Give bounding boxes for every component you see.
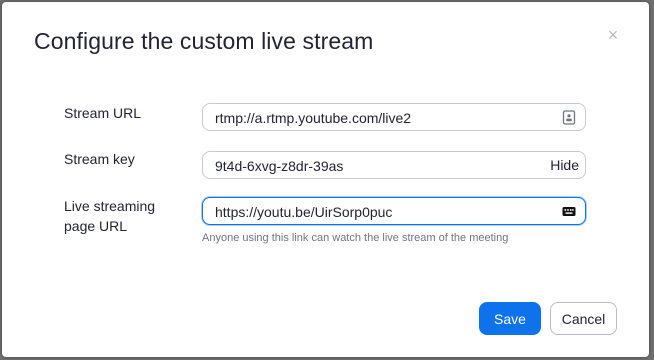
stream-url-field[interactable]: [202, 103, 586, 131]
stream-url-input[interactable]: [215, 108, 545, 128]
hide-key-toggle[interactable]: Hide: [550, 157, 579, 173]
page-url-label-line1: Live streaming: [64, 198, 156, 214]
stream-key-input[interactable]: [215, 156, 545, 176]
page-url-field[interactable]: [202, 197, 586, 225]
live-stream-dialog: Configure the custom live stream × Strea…: [2, 2, 649, 357]
stream-key-label: Stream key: [64, 151, 135, 167]
page-url-input[interactable]: [215, 202, 545, 222]
contact-card-icon[interactable]: [562, 110, 576, 125]
page-url-hint: Anyone using this link can watch the liv…: [202, 232, 509, 244]
close-icon[interactable]: ×: [604, 26, 622, 44]
page-url-label: Live streaming page URL: [64, 196, 155, 236]
stream-key-field[interactable]: Hide: [202, 151, 586, 179]
dialog-title: Configure the custom live stream: [34, 28, 374, 54]
save-button[interactable]: Save: [479, 302, 541, 335]
page-url-label-line2: page URL: [64, 218, 128, 234]
cancel-button[interactable]: Cancel: [550, 302, 617, 335]
keyboard-icon[interactable]: [562, 204, 576, 219]
stream-url-label: Stream URL: [64, 105, 142, 121]
